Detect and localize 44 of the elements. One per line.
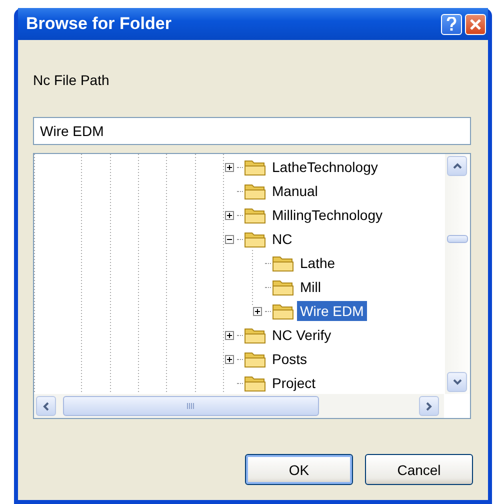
folder-item[interactable]: Posts [269, 349, 310, 369]
expand-icon[interactable] [253, 306, 262, 316]
folder-item[interactable]: Mill [297, 277, 324, 297]
close-button[interactable] [465, 14, 486, 34]
expand-icon[interactable] [225, 210, 234, 220]
folder-icon [244, 230, 266, 248]
cancel-button[interactable]: Cancel [365, 454, 473, 485]
folder-item[interactable]: Lathe [297, 253, 338, 273]
folder-item[interactable]: MillingTechnology [269, 205, 386, 225]
folder-item[interactable]: LatheTechnology [269, 157, 381, 177]
window-title: Browse for Folder [26, 14, 172, 34]
folder-icon [244, 326, 266, 344]
vertical-scrollbar[interactable] [445, 154, 470, 394]
folder-icon [272, 254, 294, 272]
folder-icon [244, 182, 266, 200]
scroll-thumb[interactable] [63, 396, 319, 416]
close-icon [470, 18, 481, 30]
collapse-icon[interactable] [225, 234, 234, 244]
folder-icon [244, 350, 266, 368]
folder-icon [272, 302, 294, 320]
prompt-text: Nc File Path [33, 71, 110, 90]
folder-item[interactable]: Project [269, 373, 319, 393]
expand-icon[interactable] [225, 354, 234, 364]
scroll-thumb[interactable] [447, 235, 468, 243]
folder-name-field[interactable]: Wire EDM [33, 117, 471, 145]
folder-item[interactable]: NC Verify [269, 325, 334, 345]
folder-icon [244, 158, 266, 176]
folder-item[interactable]: Manual [269, 181, 321, 201]
help-icon [446, 17, 457, 31]
scroll-right-button[interactable] [419, 396, 439, 416]
scroll-up-button[interactable] [447, 156, 467, 176]
folder-icon [244, 206, 266, 224]
scroll-down-button[interactable] [447, 372, 467, 392]
folder-item[interactable]: NC [269, 229, 296, 249]
horizontal-scrollbar[interactable] [34, 394, 444, 418]
folder-icon [244, 374, 266, 392]
ok-button[interactable]: OK [245, 454, 353, 485]
tree-line [252, 250, 253, 306]
help-button[interactable] [441, 14, 462, 34]
folder-icon [272, 278, 294, 296]
scroll-left-button[interactable] [36, 396, 56, 416]
expand-icon[interactable] [225, 162, 234, 172]
folder-item[interactable]: Wire EDM [297, 301, 367, 321]
expand-icon[interactable] [225, 330, 234, 340]
